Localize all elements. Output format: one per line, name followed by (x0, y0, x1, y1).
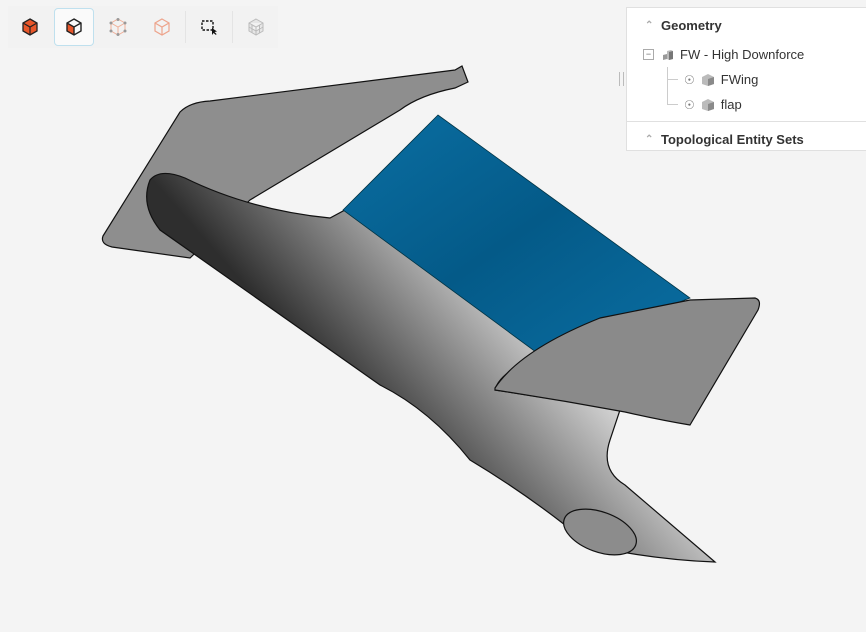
transparent-view-button[interactable] (142, 8, 182, 46)
tree-line (668, 79, 678, 80)
tree-item-fwing[interactable]: ☉ FWing (627, 67, 866, 92)
eye-icon[interactable]: ☉ (684, 73, 695, 87)
wireframe-points-button[interactable] (98, 8, 138, 46)
tree-line (668, 104, 678, 105)
geometry-tree-panel: ⌃ Geometry − FW - High Downforce ☉ FWing… (626, 7, 866, 151)
toolbar-divider (232, 11, 233, 43)
tree-item-label: flap (720, 97, 742, 112)
eye-icon[interactable]: ☉ (684, 98, 695, 112)
body-icon (701, 73, 714, 86)
collapse-toggle[interactable]: − (643, 49, 654, 60)
tree-item-root[interactable]: − FW - High Downforce (627, 42, 866, 67)
panel-resize-handle[interactable] (619, 72, 624, 86)
view-toolbar (8, 6, 278, 48)
assembly-icon (663, 49, 673, 60)
chevron-up-icon: ⌃ (645, 19, 654, 31)
wireframe-points-icon (109, 18, 127, 36)
tree-item-label: FWing (720, 72, 759, 87)
mesh-view-button[interactable] (236, 8, 276, 46)
body-icon (701, 98, 714, 111)
transparent-view-icon (154, 18, 170, 36)
topological-sets-label: Topological Entity Sets (661, 131, 804, 147)
solid-view-button[interactable] (10, 8, 50, 46)
tree-item-label: FW - High Downforce (680, 47, 805, 62)
geometry-section-header[interactable]: ⌃ Geometry (627, 8, 866, 42)
solid-edges-view-button[interactable] (54, 8, 94, 46)
solid-edges-view-icon (66, 18, 82, 36)
solid-view-icon (22, 18, 38, 36)
toolbar-divider (185, 11, 186, 43)
chevron-up-icon: ⌃ (645, 133, 654, 145)
mesh-view-icon (248, 18, 264, 36)
box-select-icon (201, 20, 217, 35)
topological-sets-section-header[interactable]: ⌃ Topological Entity Sets (627, 122, 866, 156)
box-select-button[interactable] (189, 8, 229, 46)
tree-item-flap[interactable]: ☉ flap (627, 92, 866, 117)
geometry-label: Geometry (661, 17, 722, 33)
